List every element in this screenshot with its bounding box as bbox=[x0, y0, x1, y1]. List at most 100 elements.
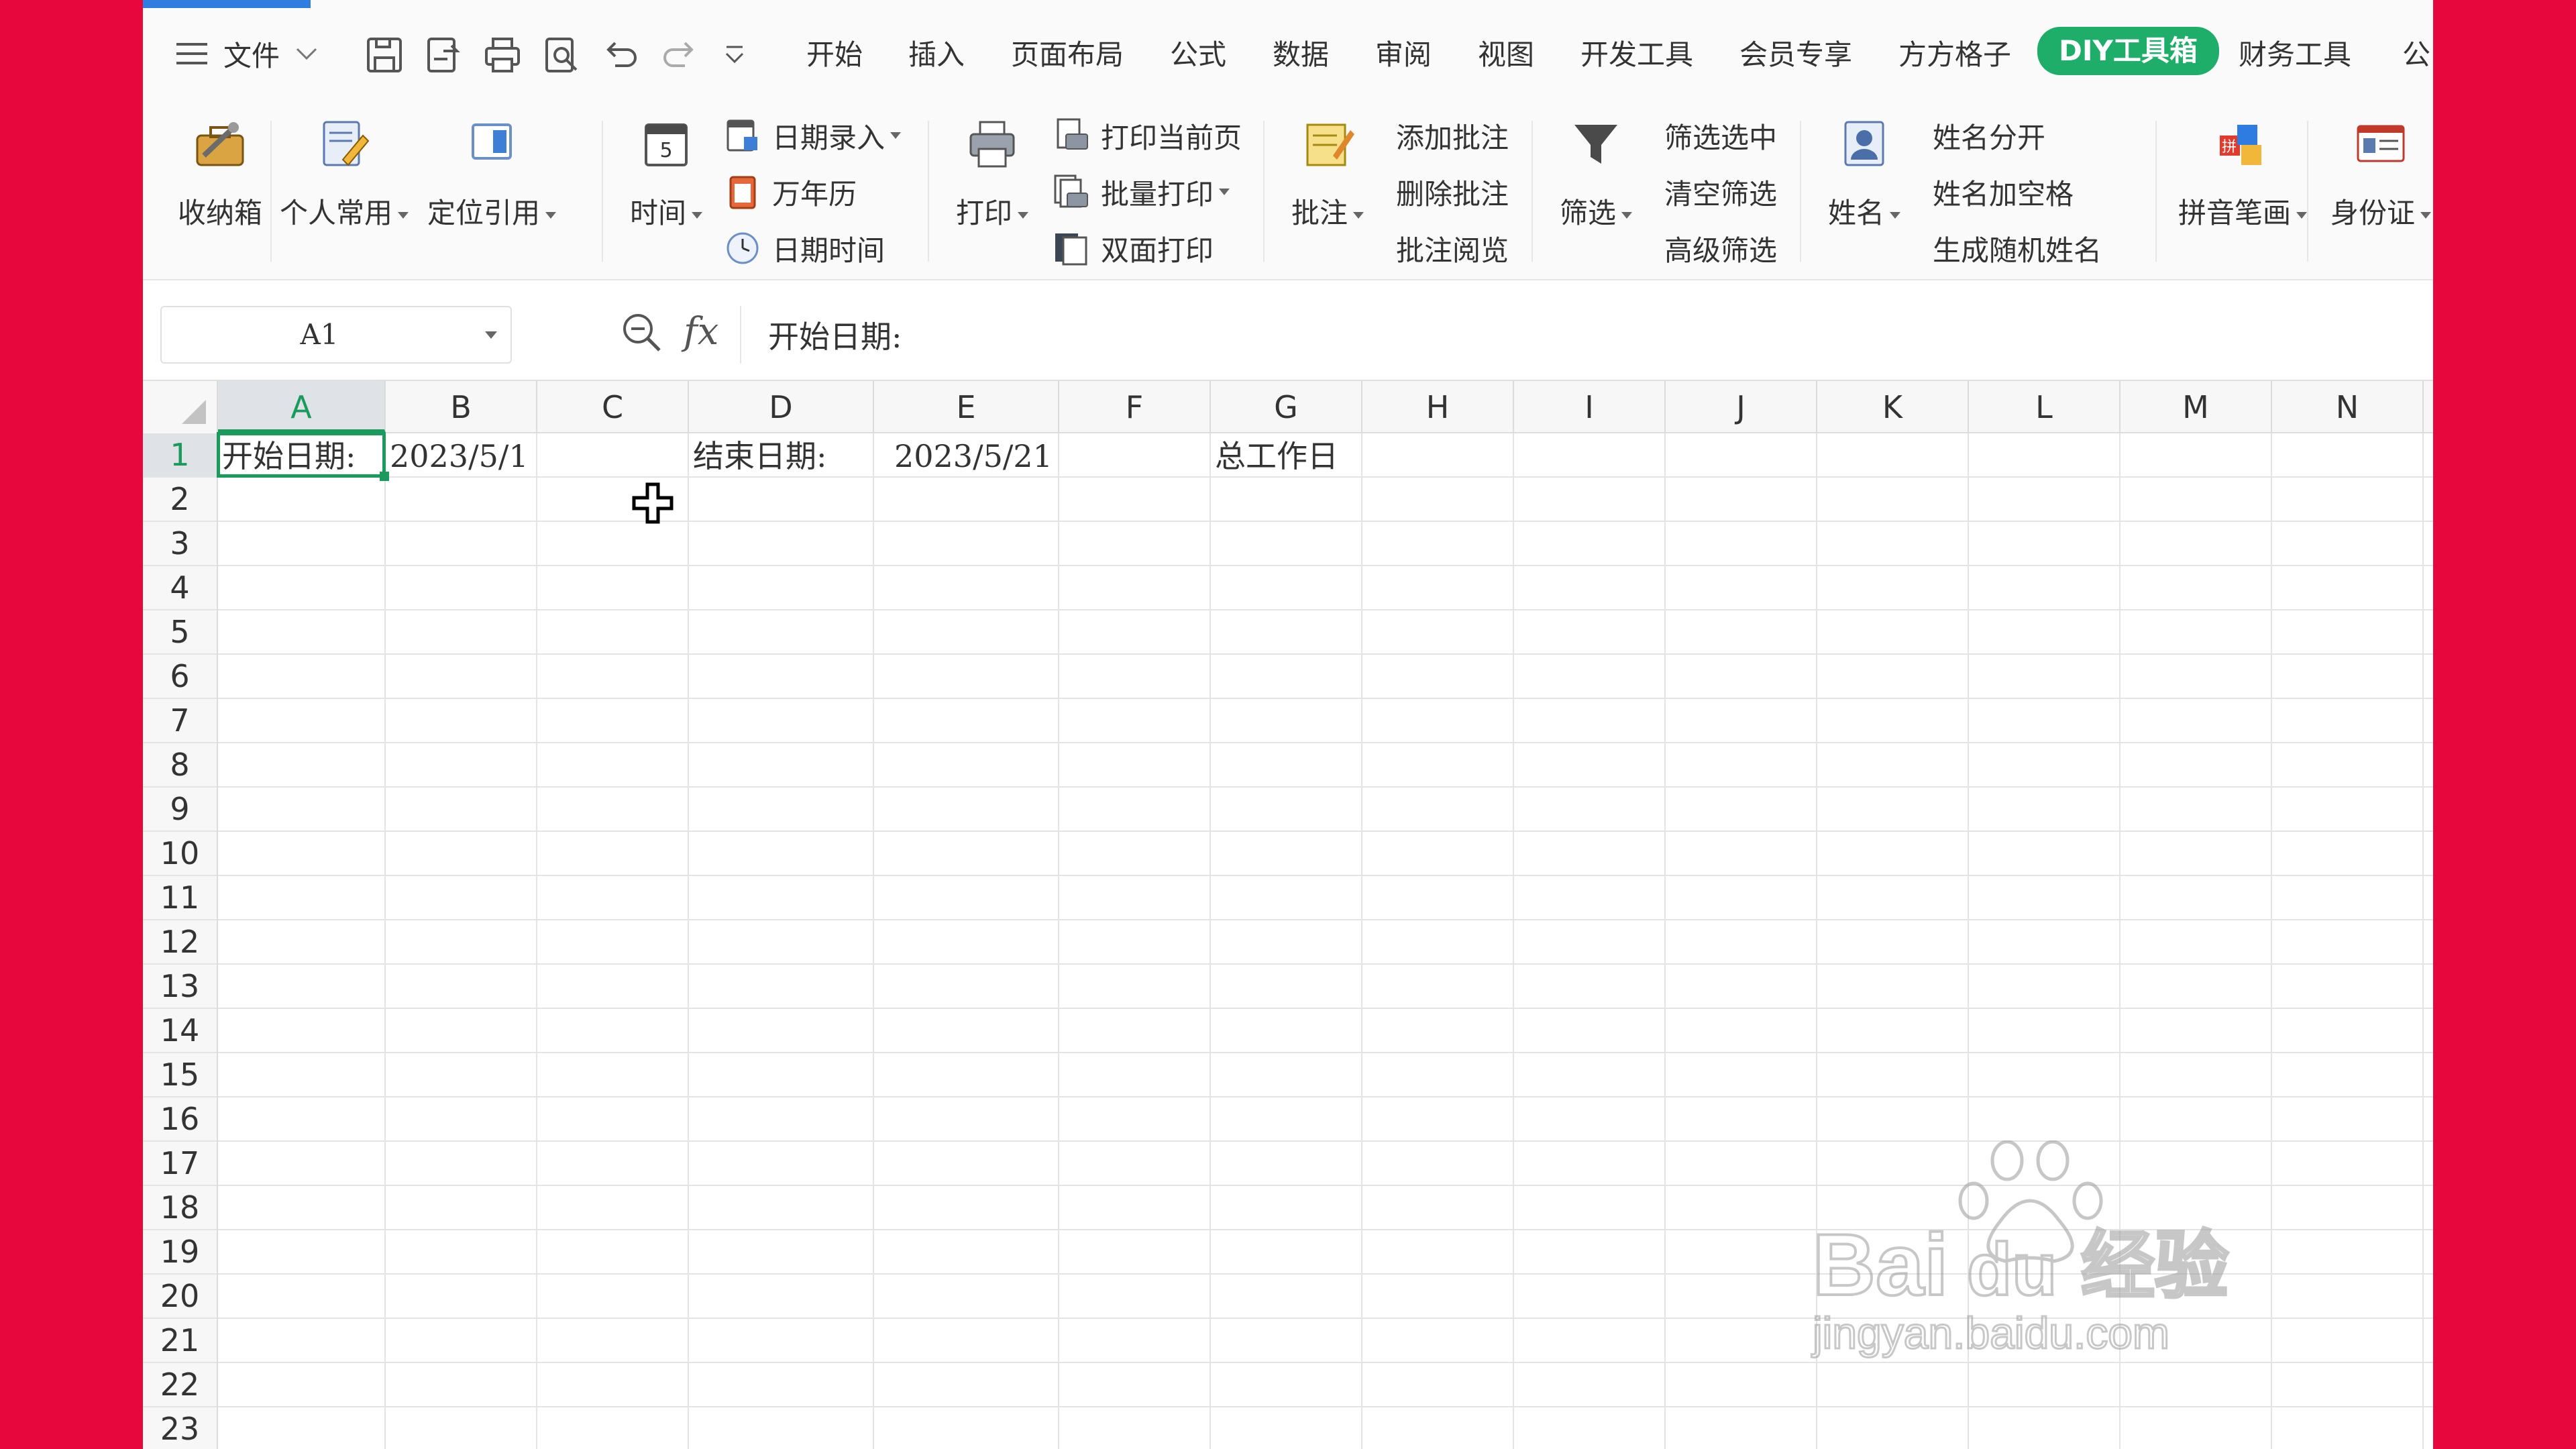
pinyin-strokes-button[interactable]: 拼 拼音笔画 bbox=[2162, 107, 2323, 268]
column-header-f[interactable]: F bbox=[1059, 381, 1211, 433]
tab-finance-tools[interactable]: 财务工具 bbox=[2239, 32, 2351, 73]
cell-e1[interactable]: 2023/5/21 bbox=[874, 435, 1053, 478]
row-header-22[interactable]: 22 bbox=[143, 1363, 217, 1407]
zoom-icon[interactable] bbox=[616, 307, 667, 358]
filter-label: 筛选 bbox=[1559, 197, 1616, 229]
tab-diy-toolbox[interactable]: DIY工具箱 bbox=[2037, 27, 2219, 75]
file-menu-button[interactable]: 文件 bbox=[175, 27, 320, 80]
ribbon-separator bbox=[602, 121, 603, 262]
comment-button[interactable]: 批注 bbox=[1274, 107, 1381, 268]
row-header-21[interactable]: 21 bbox=[143, 1319, 217, 1363]
quick-access-dropdown-icon[interactable] bbox=[721, 42, 748, 68]
tab-page-layout[interactable]: 页面布局 bbox=[1011, 32, 1124, 73]
print-button[interactable]: 打印 bbox=[938, 107, 1046, 268]
row-header-20[interactable]: 20 bbox=[143, 1275, 217, 1319]
tab-more[interactable]: 公 bbox=[2402, 32, 2430, 73]
split-name-button[interactable]: 姓名分开 bbox=[1933, 114, 2045, 157]
redo-icon[interactable] bbox=[659, 35, 700, 75]
tab-home[interactable]: 开始 bbox=[806, 32, 863, 73]
date-entry-button[interactable]: 日期录入 bbox=[724, 114, 902, 157]
locate-reference-button[interactable]: 定位引用 bbox=[425, 107, 559, 268]
cell-b1[interactable]: 2023/5/1 bbox=[386, 435, 529, 478]
fill-handle[interactable] bbox=[380, 472, 389, 481]
row-header-13[interactable]: 13 bbox=[143, 965, 217, 1009]
row-header-15[interactable]: 15 bbox=[143, 1053, 217, 1097]
row-header-14[interactable]: 14 bbox=[143, 1009, 217, 1053]
row-header-23[interactable]: 23 bbox=[143, 1407, 217, 1449]
row-header-3[interactable]: 3 bbox=[143, 522, 217, 566]
row-header-10[interactable]: 10 bbox=[143, 832, 217, 876]
column-header-j[interactable]: J bbox=[1666, 381, 1817, 433]
column-header-c[interactable]: C bbox=[537, 381, 689, 433]
date-time-button[interactable]: 日期时间 bbox=[724, 227, 885, 270]
row-header-6[interactable]: 6 bbox=[143, 655, 217, 699]
row-header-4[interactable]: 4 bbox=[143, 566, 217, 610]
row-header-7[interactable]: 7 bbox=[143, 699, 217, 743]
clear-filter-button[interactable]: 清空筛选 bbox=[1664, 170, 1777, 213]
tab-developer[interactable]: 开发工具 bbox=[1580, 32, 1693, 73]
name-add-space-button[interactable]: 姓名加空格 bbox=[1933, 170, 2074, 213]
id-card-button[interactable]: 身份证 bbox=[2314, 107, 2433, 268]
cell-d1[interactable]: 结束日期: bbox=[689, 435, 827, 478]
random-name-button[interactable]: 生成随机姓名 bbox=[1933, 227, 2102, 270]
select-all-corner[interactable] bbox=[143, 381, 218, 433]
column-header-h[interactable]: H bbox=[1362, 381, 1514, 433]
filter-selected-button[interactable]: 筛选选中 bbox=[1664, 114, 1777, 157]
row-header-1[interactable]: 1 bbox=[143, 433, 217, 478]
tab-member[interactable]: 会员专享 bbox=[1739, 32, 1852, 73]
tab-data[interactable]: 数据 bbox=[1273, 32, 1329, 73]
formula-input[interactable]: 开始日期: bbox=[768, 313, 902, 357]
row-header-2[interactable]: 2 bbox=[143, 478, 217, 522]
column-header-d[interactable]: D bbox=[689, 381, 874, 433]
row-header-11[interactable]: 11 bbox=[143, 876, 217, 920]
filter-button[interactable]: 筛选 bbox=[1542, 107, 1650, 268]
row-header-16[interactable]: 16 bbox=[143, 1097, 217, 1142]
column-header-k[interactable]: K bbox=[1817, 381, 1969, 433]
time-button[interactable]: 5 时间 bbox=[612, 107, 720, 268]
name-button[interactable]: 姓名 bbox=[1811, 107, 1918, 268]
cell-g1[interactable]: 总工作日 bbox=[1211, 435, 1338, 478]
row-header-19[interactable]: 19 bbox=[143, 1230, 217, 1275]
name-box[interactable]: A1 bbox=[160, 306, 512, 364]
column-header-n[interactable]: N bbox=[2272, 381, 2424, 433]
tab-formulas[interactable]: 公式 bbox=[1170, 32, 1226, 73]
batch-print-button[interactable]: 批量打印 bbox=[1053, 170, 1230, 213]
print-current-page-button[interactable]: 打印当前页 bbox=[1053, 114, 1242, 157]
row-header-12[interactable]: 12 bbox=[143, 920, 217, 965]
column-header-a[interactable]: A bbox=[218, 381, 386, 433]
column-header-l[interactable]: L bbox=[1969, 381, 2121, 433]
export-icon[interactable] bbox=[423, 35, 464, 75]
fx-button[interactable]: fx bbox=[684, 310, 718, 354]
delete-comment-button[interactable]: 删除批注 bbox=[1396, 170, 1509, 213]
perpetual-calendar-button[interactable]: 万年历 bbox=[724, 170, 857, 213]
advanced-filter-label: 高级筛选 bbox=[1664, 233, 1778, 267]
view-comments-button[interactable]: 批注阅览 bbox=[1396, 227, 1509, 270]
advanced-filter-button[interactable]: 高级筛选 bbox=[1664, 227, 1777, 270]
row-header-5[interactable]: 5 bbox=[143, 610, 217, 655]
print-preview-icon[interactable] bbox=[541, 35, 582, 75]
duplex-print-button[interactable]: 双面打印 bbox=[1053, 227, 1214, 270]
tab-view[interactable]: 视图 bbox=[1478, 32, 1534, 73]
tab-insert[interactable]: 插入 bbox=[908, 32, 965, 73]
row-header-9[interactable]: 9 bbox=[143, 788, 217, 832]
caret-down-icon bbox=[1353, 211, 1364, 219]
undo-icon[interactable] bbox=[600, 35, 641, 75]
person-card-icon bbox=[1844, 121, 1884, 166]
save-icon[interactable] bbox=[364, 35, 405, 75]
add-comment-button[interactable]: 添加批注 bbox=[1396, 114, 1509, 157]
tab-fangfanggezi[interactable]: 方方格子 bbox=[1898, 32, 2011, 73]
row-header-18[interactable]: 18 bbox=[143, 1186, 217, 1230]
column-header-e[interactable]: E bbox=[874, 381, 1059, 433]
personal-common-button[interactable]: 个人常用 bbox=[277, 107, 411, 268]
personal-edit-icon bbox=[323, 121, 370, 166]
tab-review[interactable]: 审阅 bbox=[1375, 32, 1432, 73]
row-header-17[interactable]: 17 bbox=[143, 1142, 217, 1186]
name-box-dropdown-icon[interactable] bbox=[485, 331, 497, 339]
row-header-8[interactable]: 8 bbox=[143, 743, 217, 788]
column-header-i[interactable]: I bbox=[1514, 381, 1666, 433]
column-header-b[interactable]: B bbox=[386, 381, 537, 433]
storage-box-button[interactable]: 收纳箱 bbox=[170, 107, 270, 268]
column-header-g[interactable]: G bbox=[1211, 381, 1362, 433]
print-icon[interactable] bbox=[482, 35, 523, 75]
column-header-m[interactable]: M bbox=[2121, 381, 2272, 433]
